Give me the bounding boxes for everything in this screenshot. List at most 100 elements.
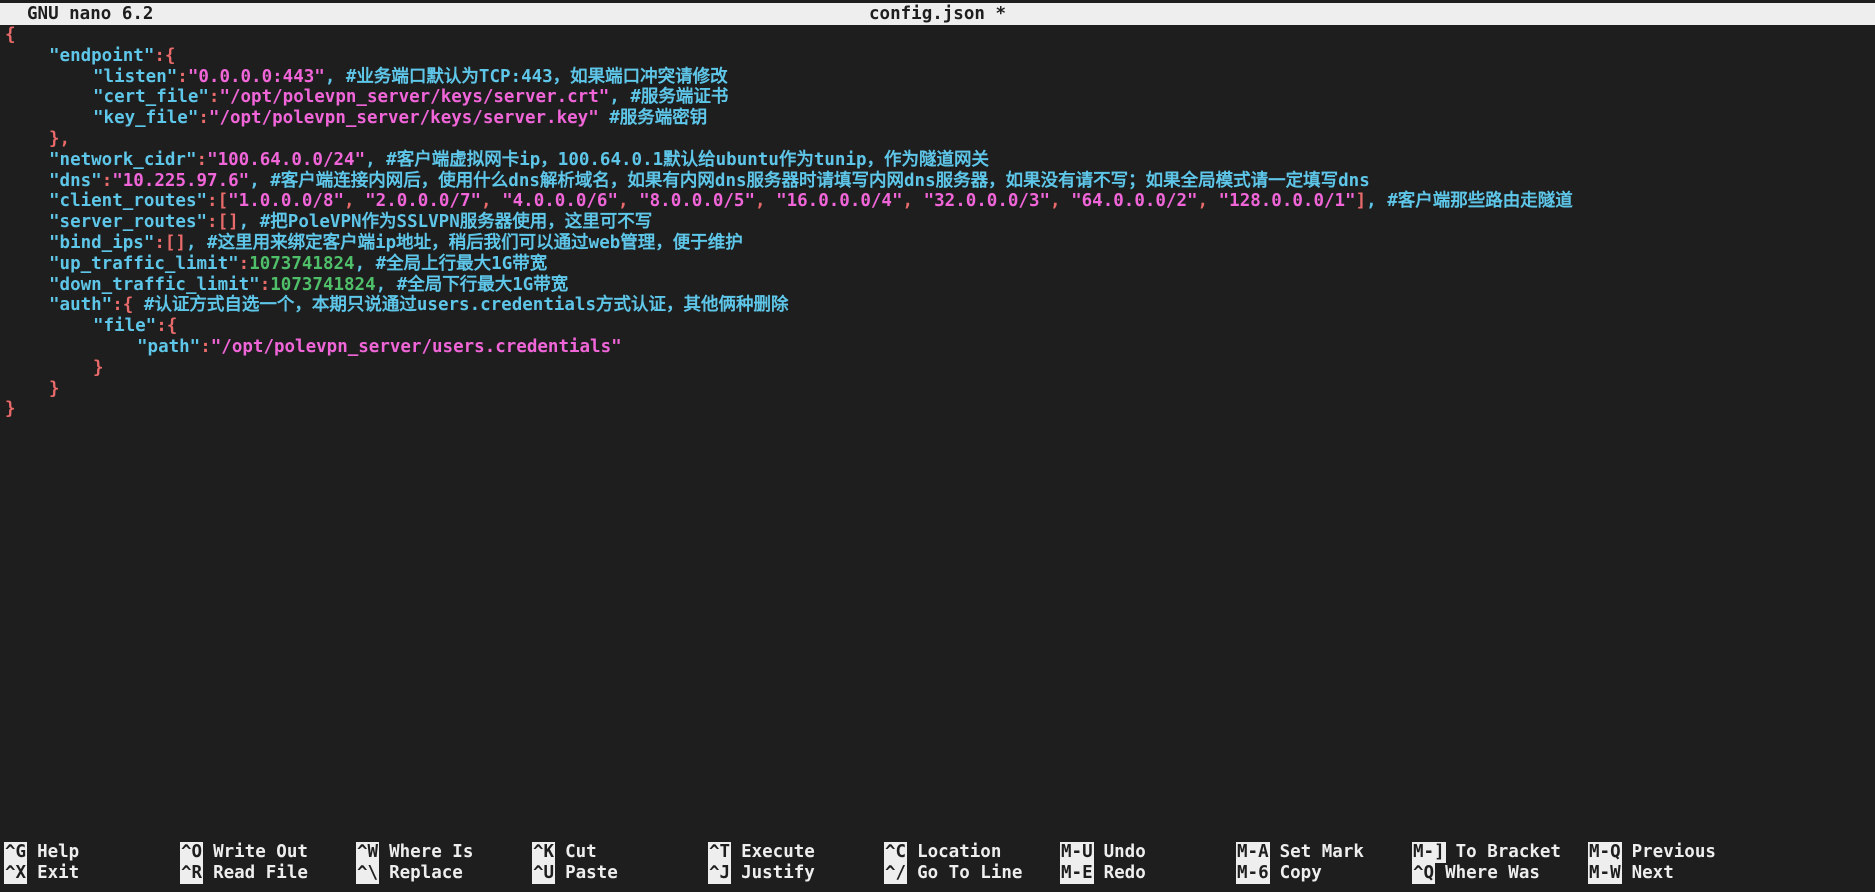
shortcut-location[interactable]: ^C Location: [884, 842, 1001, 863]
shortcut-key: ^X: [4, 863, 28, 884]
shortcut-key: M-6: [1236, 863, 1270, 884]
route: "128.0.0.0/1": [1218, 191, 1356, 212]
code-line[interactable]: "file":{: [5, 316, 1875, 337]
code-line[interactable]: "cert_file":"/opt/polevpn_server/keys/se…: [5, 87, 1875, 108]
code-line[interactable]: "down_traffic_limit":1073741824, #全局下行最大…: [5, 275, 1875, 296]
shortcut-key: ^O: [180, 842, 204, 863]
code-line[interactable]: "bind_ips":[], #这里用来绑定客户端ip地址，稍后我们可以通过we…: [5, 233, 1875, 254]
route: "32.0.0.0/3": [923, 191, 1051, 212]
shortcut-paste[interactable]: ^U Paste: [532, 863, 618, 884]
editor-area[interactable]: { "endpoint":{ "listen":"0.0.0.0:443", #…: [5, 25, 1875, 420]
shortcut-read-file[interactable]: ^R Read File: [180, 863, 308, 884]
shortcut-key: ^C: [884, 842, 908, 863]
shortcut-next[interactable]: M-W Next: [1588, 863, 1674, 884]
code-line[interactable]: "listen":"0.0.0.0:443", #业务端口默认为TCP:443，…: [5, 67, 1875, 88]
comment: , #客户端那些路由走隧道: [1366, 191, 1573, 212]
code-line[interactable]: },: [5, 129, 1875, 150]
json-key: "client_routes": [49, 191, 208, 212]
shortcut-label: Redo: [1103, 863, 1146, 883]
shortcut-undo[interactable]: M-U Undo: [1060, 842, 1146, 863]
code-line[interactable]: "auth":{ #认证方式自选一个，本期只说通过users.credentia…: [5, 295, 1875, 316]
shortcut-go-to-line[interactable]: ^/ Go To Line: [884, 863, 1022, 884]
shortcut-where-was[interactable]: ^Q Where Was: [1412, 863, 1540, 884]
shortcut-redo[interactable]: M-E Redo: [1060, 863, 1146, 884]
code-line[interactable]: "path":"/opt/polevpn_server/users.creden…: [5, 337, 1875, 358]
route: "16.0.0.0/4": [776, 191, 903, 212]
shortcut-key: ^U: [532, 863, 556, 884]
json-key: "listen": [93, 66, 178, 87]
json-key: "network_cidr": [49, 149, 197, 170]
shortcut-label: Location: [917, 842, 1002, 862]
shortcut-label: Exit: [37, 863, 80, 883]
shortcut-label: Cut: [565, 842, 597, 862]
brace: }: [49, 378, 60, 399]
json-key: "server_routes": [49, 212, 208, 233]
shortcut-write-out[interactable]: ^O Write Out: [180, 842, 308, 863]
shortcut-bar: ^G Help ^X Exit ^O Write Out ^R Read File ^W…: [4, 842, 1875, 888]
shortcut-exit[interactable]: ^X Exit: [4, 863, 79, 884]
shortcut-key: ^\: [356, 863, 380, 884]
brace: }: [5, 399, 16, 420]
json-key: "file": [93, 316, 157, 337]
json-key: "key_file": [93, 108, 199, 129]
code-line[interactable]: }: [5, 379, 1875, 400]
shortcut-label: Help: [37, 842, 80, 862]
shortcut-set-mark[interactable]: M-A Set Mark: [1236, 842, 1364, 863]
json-array: []: [217, 212, 239, 233]
shortcut-label: Next: [1631, 863, 1674, 883]
shortcut-key: ^T: [708, 842, 732, 863]
json-key: "cert_file": [93, 87, 209, 108]
json-key: "endpoint": [49, 45, 155, 66]
shortcut-label: Where Is: [389, 842, 474, 862]
shortcut-key: ^/: [884, 863, 908, 884]
json-number: 1073741824: [270, 274, 376, 295]
brace: {: [5, 25, 16, 45]
shortcut-label: Copy: [1279, 863, 1322, 883]
code-line[interactable]: "endpoint":{: [5, 46, 1875, 67]
code-line[interactable]: }: [5, 399, 1875, 420]
comment: , #全局下行最大1G带宽: [375, 274, 569, 295]
shortcut-label: Execute: [741, 842, 815, 862]
shortcut-key: ^R: [180, 863, 204, 884]
code-line[interactable]: {: [5, 25, 1875, 46]
comment: , #业务端口默认为TCP:443，如果端口冲突请修改: [324, 66, 728, 87]
shortcut-label: Go To Line: [917, 863, 1023, 883]
shortcut-replace[interactable]: ^\ Replace: [356, 863, 463, 884]
shortcut-copy[interactable]: M-6 Copy: [1236, 863, 1322, 884]
shortcut-key: M-]: [1412, 842, 1446, 863]
brace: {: [122, 295, 134, 316]
shortcut-label: Previous: [1631, 842, 1716, 862]
json-key: "bind_ips": [49, 232, 155, 253]
code-line[interactable]: "key_file":"/opt/polevpn_server/keys/ser…: [5, 108, 1875, 129]
shortcut-execute[interactable]: ^T Execute: [708, 842, 815, 863]
comment: , #客户端虚拟网卡ip，100.64.0.1默认给ubuntu作为tunip，…: [365, 149, 990, 170]
code-line[interactable]: "up_traffic_limit":1073741824, #全局上行最大1G…: [5, 254, 1875, 275]
shortcut-justify[interactable]: ^J Justify: [708, 863, 815, 884]
json-key: "up_traffic_limit": [49, 253, 239, 274]
shortcut-help[interactable]: ^G Help: [4, 842, 79, 863]
json-string: "100.64.0.0/24": [207, 149, 366, 170]
brace: {: [166, 316, 178, 337]
shortcut-cut[interactable]: ^K Cut: [532, 842, 597, 863]
shortcut-to-bracket[interactable]: M-] To Bracket: [1412, 842, 1561, 863]
route: "2.0.0.0/7": [365, 191, 482, 212]
comment: #认证方式自选一个，本期只说通过users.credentials方式认证，其他…: [133, 295, 789, 316]
code-line[interactable]: "client_routes":["1.0.0.0/8", "2.0.0.0/7…: [5, 191, 1875, 212]
shortcut-key: ^J: [708, 863, 732, 884]
json-string: "0.0.0.0:443": [187, 66, 325, 87]
shortcut-where-is[interactable]: ^W Where Is: [356, 842, 473, 863]
shortcut-label: Write Out: [213, 842, 308, 862]
comment: #服务端密钥: [598, 108, 708, 129]
shortcut-key: ^G: [4, 842, 28, 863]
code-line[interactable]: "network_cidr":"100.64.0.0/24", #客户端虚拟网卡…: [5, 150, 1875, 171]
route: "1.0.0.0/8": [228, 191, 345, 212]
json-string: "/opt/polevpn_server/keys/server.key": [208, 108, 599, 129]
brace: }: [93, 357, 104, 378]
file-name: config.json *: [869, 4, 1006, 24]
json-string: "10.225.97.6": [112, 170, 250, 191]
code-line[interactable]: "server_routes":[], #把PoleVPN作为SSLVPN服务器…: [5, 212, 1875, 233]
code-line[interactable]: "dns":"10.225.97.6", #客户端连接内网后，使用什么dns解析…: [5, 171, 1875, 192]
code-line[interactable]: }: [5, 358, 1875, 379]
comment: , #把PoleVPN作为SSLVPN服务器使用，这里可不写: [238, 212, 653, 233]
shortcut-previous[interactable]: M-Q Previous: [1588, 842, 1716, 863]
